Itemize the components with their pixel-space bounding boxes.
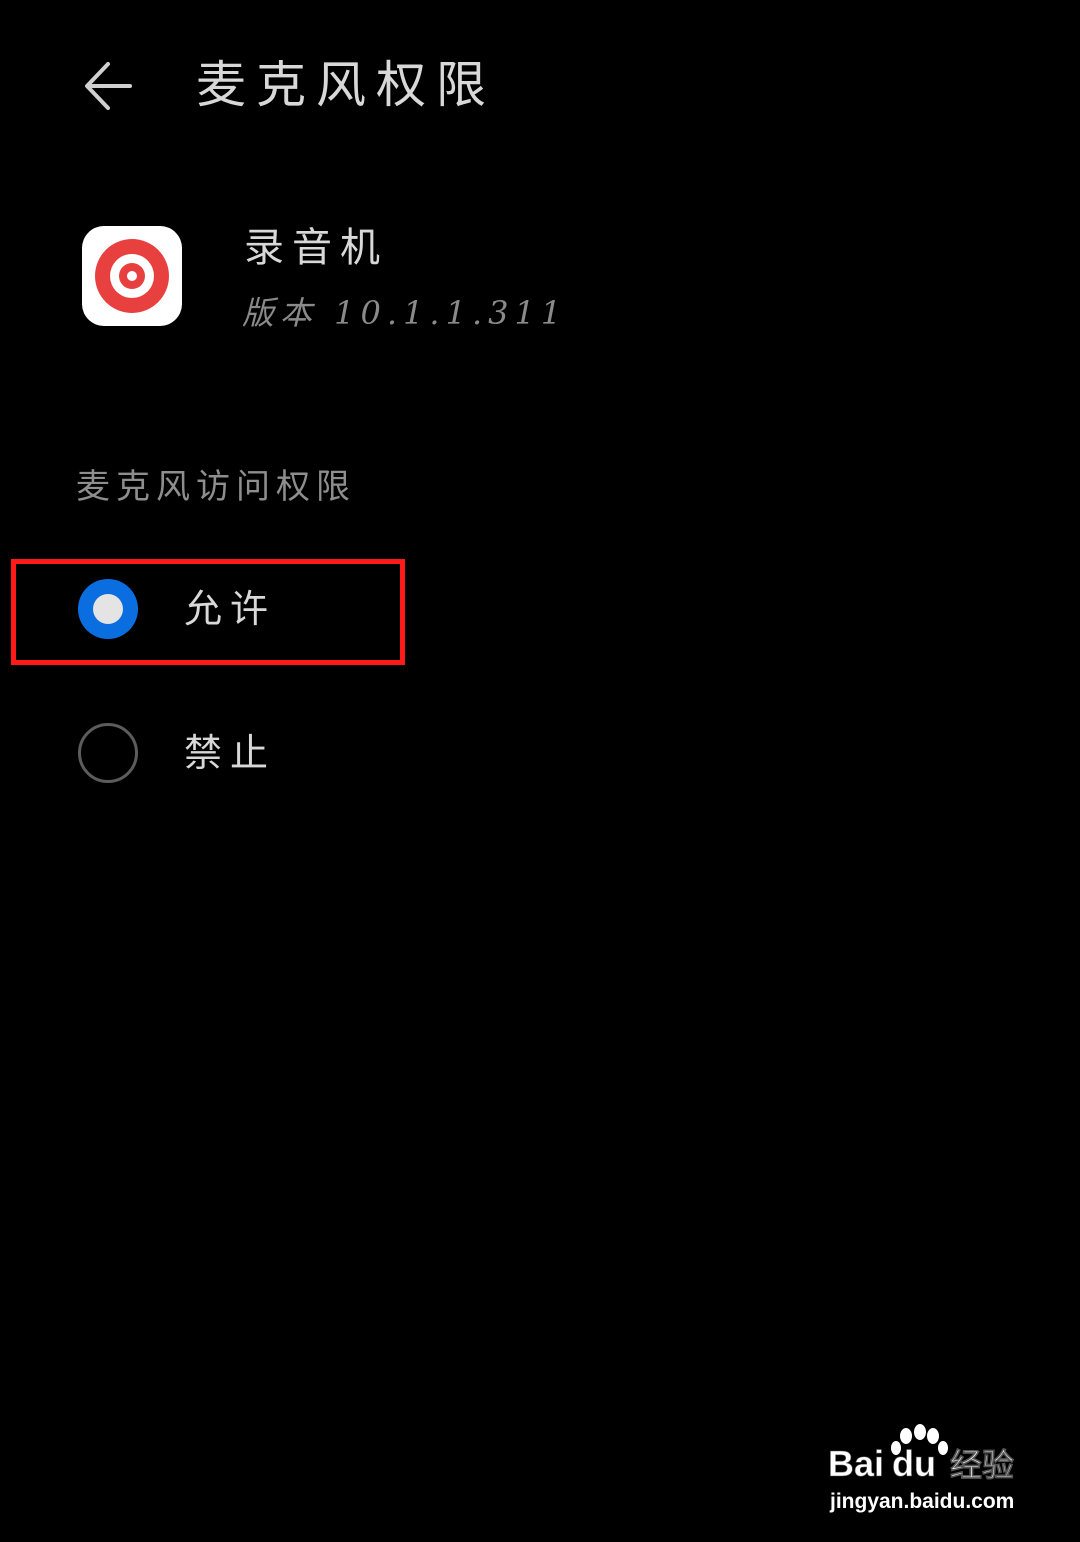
app-name: 录音机	[244, 225, 388, 271]
radio-allow-checked[interactable]	[78, 579, 138, 639]
svg-text:经验: 经验	[950, 1446, 1014, 1484]
baidu-jingyan-watermark: Bai du 经验 jingyan.baidu.com	[826, 1424, 1026, 1524]
arrow-left-icon	[85, 62, 132, 110]
option-allow[interactable]: 允许	[0, 554, 1080, 664]
svg-text:Bai: Bai	[828, 1443, 884, 1484]
app-info: 录音机 版本 10.1.1.311	[0, 200, 1080, 360]
option-deny[interactable]: 禁止	[0, 698, 1080, 808]
svg-text:du: du	[892, 1443, 936, 1484]
option-deny-label: 禁止	[184, 731, 277, 775]
option-allow-label: 允许	[184, 587, 277, 631]
baidu-logo: Bai du 经验	[828, 1424, 1014, 1484]
page-title: 麦克风权限	[196, 56, 496, 114]
app-version: 版本 10.1.1.311	[242, 294, 568, 332]
recorder-app-icon	[82, 226, 182, 326]
section-label: 麦克风访问权限	[76, 467, 356, 507]
radio-deny-unchecked[interactable]	[78, 723, 138, 783]
top-app-bar: 麦克风权限	[0, 0, 1080, 170]
back-button[interactable]	[70, 48, 146, 124]
watermark-url: jingyan.baidu.com	[830, 1490, 1015, 1513]
